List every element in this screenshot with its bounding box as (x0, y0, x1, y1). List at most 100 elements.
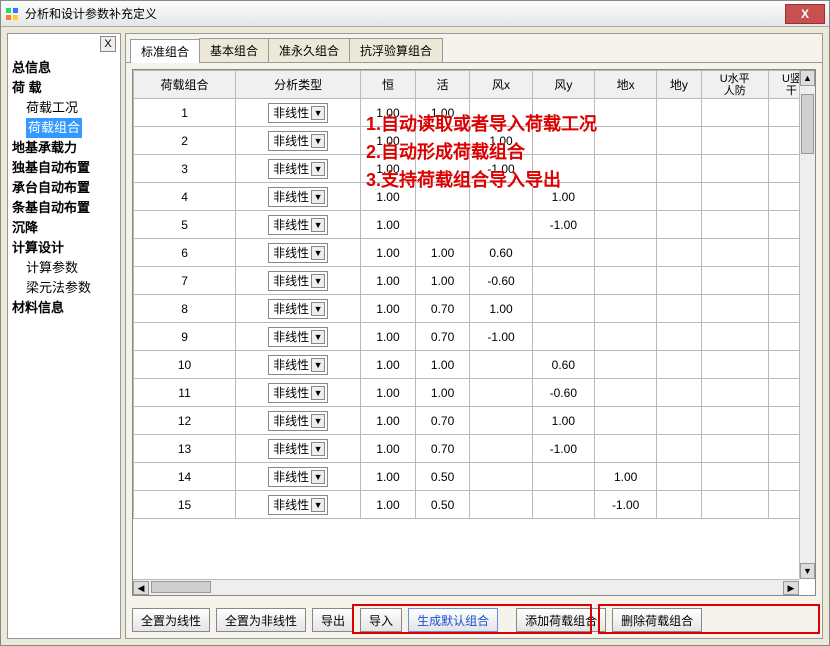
cell-value[interactable] (594, 267, 656, 295)
cell-value[interactable]: -1.00 (594, 491, 656, 519)
cell-value[interactable] (532, 323, 594, 351)
cell-value[interactable] (532, 99, 594, 127)
cell-id[interactable]: 5 (134, 211, 236, 239)
cell-value[interactable]: 1.00 (361, 351, 416, 379)
cell-value[interactable] (657, 295, 701, 323)
cell-value[interactable]: 1.00 (415, 99, 470, 127)
column-header[interactable]: 分析类型 (236, 71, 361, 99)
cell-value[interactable] (657, 239, 701, 267)
cell-id[interactable]: 7 (134, 267, 236, 295)
cell-value[interactable] (701, 463, 768, 491)
scroll-thumb[interactable] (801, 94, 814, 154)
cell-value[interactable] (657, 463, 701, 491)
cell-value[interactable]: 0.70 (415, 323, 470, 351)
cell-value[interactable]: -1.00 (470, 323, 532, 351)
cell-value[interactable] (701, 211, 768, 239)
nav-item[interactable]: 条基自动布置 (12, 198, 116, 218)
cell-value[interactable] (532, 463, 594, 491)
cell-value[interactable]: 0.50 (415, 463, 470, 491)
cell-value[interactable]: 1.00 (470, 295, 532, 323)
column-header[interactable]: 风y (532, 71, 594, 99)
cell-value[interactable] (701, 155, 768, 183)
nav-item[interactable]: 材料信息 (12, 298, 116, 318)
cell-value[interactable] (701, 99, 768, 127)
column-header[interactable]: 活 (415, 71, 470, 99)
cell-value[interactable]: 0.70 (415, 295, 470, 323)
cell-value[interactable] (657, 155, 701, 183)
cell-value[interactable]: 1.00 (361, 435, 416, 463)
cell-value[interactable] (701, 127, 768, 155)
cell-value[interactable]: 1.00 (532, 407, 594, 435)
cell-value[interactable]: 0.50 (415, 491, 470, 519)
cell-value[interactable] (415, 155, 470, 183)
cell-id[interactable]: 4 (134, 183, 236, 211)
analysis-type-dropdown[interactable]: 非线性▼ (268, 187, 328, 207)
cell-value[interactable]: 0.60 (470, 239, 532, 267)
nav-item[interactable]: 荷载工况 (12, 98, 116, 118)
cell-value[interactable]: 1.00 (361, 295, 416, 323)
set-all-nonlinear-button[interactable]: 全置为非线性 (216, 608, 306, 632)
cell-value[interactable] (415, 211, 470, 239)
cell-value[interactable]: 1.00 (532, 183, 594, 211)
cell-value[interactable]: -1.00 (532, 211, 594, 239)
cell-value[interactable] (701, 323, 768, 351)
cell-value[interactable]: 1.00 (361, 323, 416, 351)
cell-value[interactable] (470, 435, 532, 463)
cell-value[interactable] (657, 351, 701, 379)
cell-value[interactable]: 1.00 (415, 379, 470, 407)
hscroll-thumb[interactable] (151, 581, 211, 593)
tab-0[interactable]: 标准组合 (130, 39, 200, 63)
cell-value[interactable] (657, 183, 701, 211)
cell-value[interactable] (532, 491, 594, 519)
cell-value[interactable]: 1.00 (415, 351, 470, 379)
cell-id[interactable]: 1 (134, 99, 236, 127)
cell-value[interactable] (594, 323, 656, 351)
analysis-type-dropdown[interactable]: 非线性▼ (268, 271, 328, 291)
cell-value[interactable]: -1.00 (470, 155, 532, 183)
cell-value[interactable]: 1.00 (361, 379, 416, 407)
nav-item[interactable]: 计算设计 (12, 238, 116, 258)
close-button[interactable]: X (785, 4, 825, 24)
column-header[interactable]: 荷载组合 (134, 71, 236, 99)
cell-value[interactable] (657, 211, 701, 239)
analysis-type-dropdown[interactable]: 非线性▼ (268, 299, 328, 319)
cell-value[interactable] (701, 435, 768, 463)
analysis-type-dropdown[interactable]: 非线性▼ (268, 383, 328, 403)
column-header[interactable]: 风x (470, 71, 532, 99)
cell-value[interactable] (594, 99, 656, 127)
cell-value[interactable] (470, 99, 532, 127)
cell-value[interactable] (701, 183, 768, 211)
cell-value[interactable] (470, 491, 532, 519)
analysis-type-dropdown[interactable]: 非线性▼ (268, 103, 328, 123)
cell-value[interactable] (594, 127, 656, 155)
analysis-type-dropdown[interactable]: 非线性▼ (268, 495, 328, 515)
cell-value[interactable] (594, 183, 656, 211)
cell-value[interactable]: 1.00 (361, 267, 416, 295)
analysis-type-dropdown[interactable]: 非线性▼ (268, 215, 328, 235)
cell-value[interactable] (657, 267, 701, 295)
analysis-type-dropdown[interactable]: 非线性▼ (268, 439, 328, 459)
nav-item[interactable]: 计算参数 (12, 258, 116, 278)
cell-value[interactable] (594, 407, 656, 435)
cell-value[interactable] (657, 323, 701, 351)
nav-item[interactable]: 荷载组合 (12, 118, 116, 138)
nav-item[interactable]: 荷 载 (12, 78, 116, 98)
cell-value[interactable] (701, 379, 768, 407)
column-header[interactable]: U水平人防 (701, 71, 768, 99)
nav-item[interactable]: 独基自动布置 (12, 158, 116, 178)
scroll-right-icon[interactable]: ▶ (783, 581, 799, 595)
cell-value[interactable] (470, 211, 532, 239)
cell-value[interactable] (470, 183, 532, 211)
cell-value[interactable] (657, 379, 701, 407)
cell-id[interactable]: 8 (134, 295, 236, 323)
cell-value[interactable] (701, 239, 768, 267)
analysis-type-dropdown[interactable]: 非线性▼ (268, 131, 328, 151)
cell-value[interactable]: -0.60 (532, 379, 594, 407)
panel-close-button[interactable]: X (100, 36, 116, 52)
scroll-track[interactable] (800, 86, 815, 563)
cell-id[interactable]: 14 (134, 463, 236, 491)
cell-value[interactable] (701, 407, 768, 435)
nav-item-selected[interactable]: 荷载组合 (26, 118, 82, 138)
cell-id[interactable]: 12 (134, 407, 236, 435)
analysis-type-dropdown[interactable]: 非线性▼ (268, 411, 328, 431)
